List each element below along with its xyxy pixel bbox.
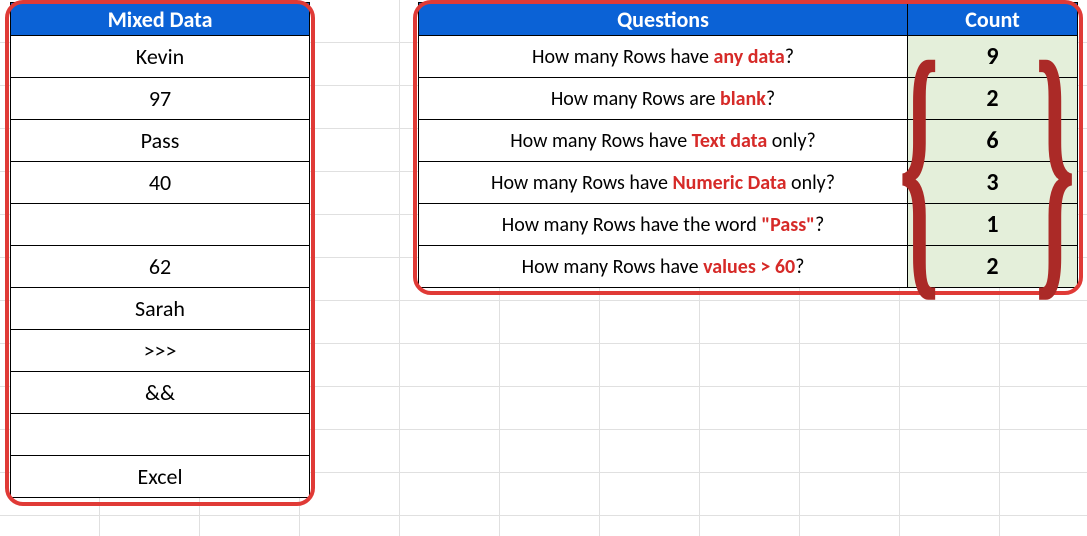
question-row: How many Rows have Numeric Data only? 3 — [418, 162, 1078, 204]
count-header: Count — [908, 2, 1078, 36]
q-highlight: Numeric Data — [672, 171, 786, 195]
table-row: && — [10, 372, 310, 414]
mixed-data-table: Mixed Data Kevin 97 Pass 40 62 Sarah >>>… — [10, 2, 310, 498]
question-cell: How many Rows are blank? — [418, 78, 908, 120]
q-highlight: "Pass" — [761, 213, 815, 237]
table-row: Sarah — [10, 288, 310, 330]
q-text: How many Rows have the word — [502, 213, 762, 237]
q-highlight: Text data — [692, 129, 768, 153]
q-text: How many Rows have — [510, 129, 691, 153]
question-cell: How many Rows have any data? — [418, 36, 908, 78]
table-row: 97 — [10, 78, 310, 120]
table-row: 62 — [10, 246, 310, 288]
table-row: Excel — [10, 456, 310, 498]
table-row: >>> — [10, 330, 310, 372]
q-text: ? — [815, 213, 824, 237]
count-cell: 2 — [908, 78, 1078, 120]
q-text: How many Rows have — [522, 255, 703, 279]
table-row: 40 — [10, 162, 310, 204]
question-row: How many Rows have values > 60? 2 — [418, 246, 1078, 288]
question-row: How many Rows have any data? 9 — [418, 36, 1078, 78]
question-cell: How many Rows have Numeric Data only? — [418, 162, 908, 204]
count-cell: 6 — [908, 120, 1078, 162]
q-text: ? — [766, 87, 775, 111]
count-cell: 1 — [908, 204, 1078, 246]
q-text: only? — [767, 129, 816, 153]
question-cell: How many Rows have values > 60? — [418, 246, 908, 288]
q-text: only? — [787, 171, 836, 195]
questions-header-row: Questions Count — [418, 2, 1078, 36]
table-row: Kevin — [10, 36, 310, 78]
question-row: How many Rows have the word "Pass"? 1 — [418, 204, 1078, 246]
count-cell: 3 — [908, 162, 1078, 204]
question-row: How many Rows have Text data only? 6 — [418, 120, 1078, 162]
mixed-data-header: Mixed Data — [10, 2, 310, 36]
count-cell: 2 — [908, 246, 1078, 288]
question-cell: How many Rows have the word "Pass"? — [418, 204, 908, 246]
q-highlight: blank — [720, 87, 766, 111]
question-cell: How many Rows have Text data only? — [418, 120, 908, 162]
q-text: How many Rows have — [491, 171, 672, 195]
question-row: How many Rows are blank? 2 — [418, 78, 1078, 120]
count-cell: 9 — [908, 36, 1078, 78]
q-highlight: any data — [713, 45, 784, 69]
questions-header: Questions — [418, 2, 908, 36]
q-text: ? — [785, 45, 794, 69]
table-row — [10, 414, 310, 456]
q-text: How many Rows are — [551, 87, 720, 111]
table-row: Pass — [10, 120, 310, 162]
questions-table: Questions Count How many Rows have any d… — [418, 2, 1078, 288]
q-text: How many Rows have — [532, 45, 713, 69]
q-highlight: values > 60 — [703, 255, 795, 279]
table-row — [10, 204, 310, 246]
q-text: ? — [795, 255, 804, 279]
